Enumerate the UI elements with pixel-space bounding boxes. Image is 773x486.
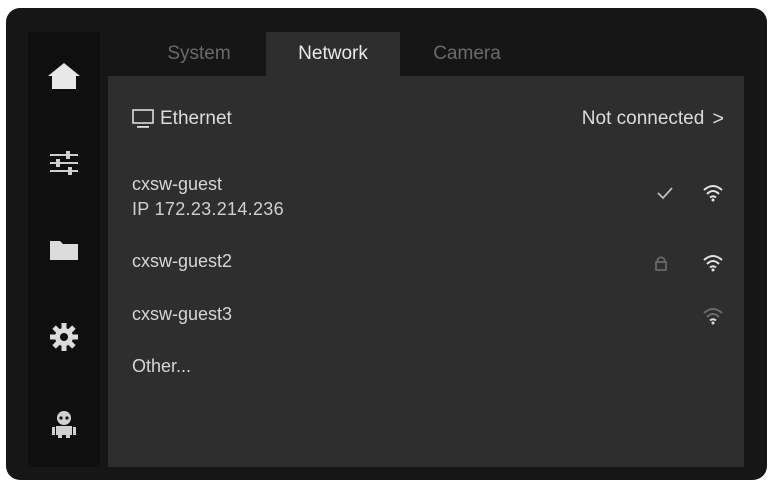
sidebar-item-settings[interactable] xyxy=(28,293,100,380)
ethernet-status: Not connected xyxy=(581,108,705,129)
wifi-network-ip: IP 172.23.214.236 xyxy=(132,199,284,219)
chevron-right-icon: > xyxy=(712,107,724,130)
wifi-weak-icon xyxy=(703,308,723,325)
tab-camera[interactable]: Camera xyxy=(400,32,534,76)
gear-icon xyxy=(50,322,78,351)
wifi-network-name: cxsw-guest3 xyxy=(132,304,233,324)
wifi-network-row[interactable]: cxsw-guest IP 172.23.214.236 xyxy=(132,174,724,232)
other-network-label: Other... xyxy=(132,356,192,376)
sidebar-item-robot[interactable] xyxy=(28,380,100,467)
tab-bar: System Network Camera xyxy=(132,32,534,76)
home-icon xyxy=(48,62,80,89)
sidebar xyxy=(28,32,100,467)
sidebar-item-files[interactable] xyxy=(28,206,100,293)
wifi-network-row[interactable]: cxsw-guest3 xyxy=(132,304,724,334)
wifi-full-icon xyxy=(703,255,723,272)
sidebar-item-controls[interactable] xyxy=(28,119,100,206)
wifi-network-name: cxsw-guest2 xyxy=(132,251,233,271)
robot-icon xyxy=(52,410,76,438)
wifi-full-icon xyxy=(703,185,723,202)
wifi-network-row[interactable]: cxsw-guest2 xyxy=(132,251,724,281)
ethernet-label: Ethernet xyxy=(160,108,232,129)
ethernet-row[interactable]: Ethernet Not connected > xyxy=(132,104,724,134)
lock-icon xyxy=(655,256,667,271)
wifi-network-name: cxsw-guest xyxy=(132,174,223,194)
sidebar-item-home[interactable] xyxy=(28,32,100,119)
sliders-icon xyxy=(50,150,78,175)
tab-system[interactable]: System xyxy=(132,32,266,76)
device-screen: System Network Camera Ethernet Not conne… xyxy=(6,8,767,480)
network-panel: Ethernet Not connected > cxsw-guest IP 1… xyxy=(108,76,744,467)
checkmark-icon xyxy=(657,187,673,200)
folder-icon xyxy=(50,240,78,260)
tab-network[interactable]: Network xyxy=(266,32,400,76)
monitor-icon xyxy=(132,109,154,128)
other-network-row[interactable]: Other... xyxy=(132,356,724,386)
